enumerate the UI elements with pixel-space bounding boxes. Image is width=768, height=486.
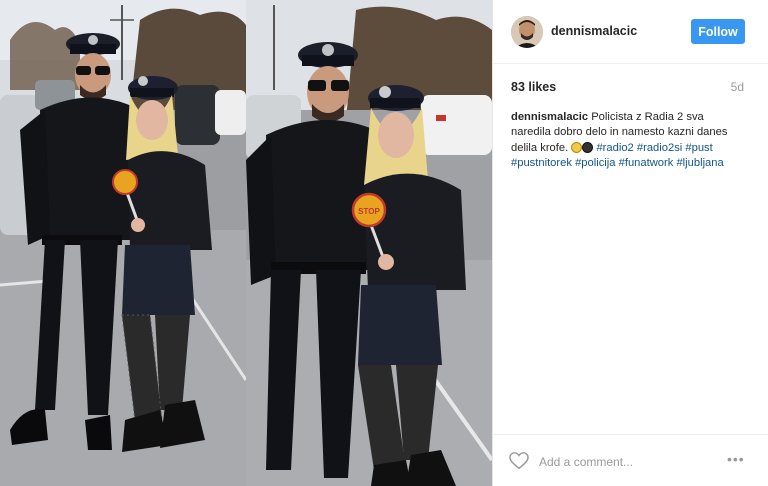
- hashtag-link[interactable]: #pust: [685, 142, 712, 154]
- caption-username[interactable]: dennismalacic: [511, 111, 588, 123]
- avatar[interactable]: [511, 16, 543, 48]
- likes-count[interactable]: 83 likes: [511, 80, 556, 94]
- post-caption: dennismalacic Policista z Radia 2 sva na…: [511, 110, 743, 172]
- hashtag-link[interactable]: #radio2: [596, 142, 633, 154]
- post-photo-thumbnail: [0, 0, 246, 486]
- comment-bar: •••: [493, 434, 768, 486]
- hashtag-link[interactable]: #pustnitorek: [511, 157, 572, 169]
- stop-sign-text: STOP: [358, 207, 380, 216]
- post-photo-main[interactable]: STOP: [246, 0, 492, 486]
- avatar-image: [511, 16, 543, 48]
- post-sidebar: dennismalacic Follow 83 likes 5d dennism…: [492, 0, 768, 486]
- heart-icon[interactable]: [509, 452, 529, 470]
- hashtag-link[interactable]: #radio2si: [637, 142, 682, 154]
- sunglasses-emoji-icon: [582, 141, 594, 153]
- post-photo-right: STOP: [246, 0, 492, 486]
- instagram-post-view: STOP dennismalacic Follow 83 likes 5d de…: [0, 0, 768, 486]
- hashtag-link[interactable]: #funatwork: [619, 157, 674, 169]
- comment-input[interactable]: [537, 449, 721, 475]
- grimace-emoji-icon: [571, 141, 583, 153]
- post-photo-area: STOP: [0, 0, 492, 486]
- hashtag-link[interactable]: #ljubljana: [676, 157, 723, 169]
- post-age[interactable]: 5d: [731, 80, 744, 94]
- hashtag-link[interactable]: #policija: [575, 157, 615, 169]
- post-photo-left: [0, 0, 246, 486]
- follow-button[interactable]: Follow: [691, 19, 745, 44]
- post-header: dennismalacic Follow: [493, 0, 768, 64]
- post-username[interactable]: dennismalacic: [551, 24, 637, 38]
- more-options-icon[interactable]: •••: [727, 452, 747, 468]
